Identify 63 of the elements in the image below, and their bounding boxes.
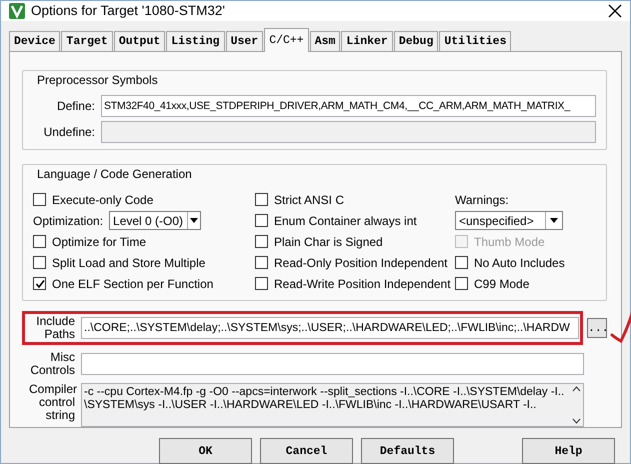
field-label: Include Paths [35, 315, 75, 342]
checkbox-label: One ELF Section per Function [52, 276, 214, 293]
checkbox[interactable] [255, 235, 268, 248]
close-icon [608, 4, 622, 18]
check-icon [34, 278, 44, 289]
compiler-string-line: -c --cpu Cortex-M4.fp -g -O0 --apcs=interwork --split_sections -I..\CORE -I..\SYSTEM\delay -I.. [84, 386, 566, 400]
dialog-button[interactable]: Help [522, 438, 615, 464]
checkbox[interactable] [455, 277, 468, 290]
checkbox-label: Strict ANSI C [274, 192, 344, 209]
tab[interactable]: Linker [341, 31, 393, 52]
dropdown-arrow-icon [550, 218, 558, 224]
dropdown-value: <unspecified> [459, 212, 534, 230]
tab[interactable]: C/C++ [264, 28, 309, 52]
dropdown[interactable]: Level 0 (-O0) [109, 211, 202, 230]
tab[interactable]: Debug [394, 31, 438, 52]
checkbox-label: Split Load and Store Multiple [52, 254, 206, 272]
browse-button[interactable]: ... [587, 318, 607, 338]
checkbox[interactable] [255, 193, 268, 206]
tab[interactable]: User [226, 31, 264, 52]
checkbox-label: Read-Only Position Independent [274, 254, 448, 272]
field-label: Warnings: [455, 192, 510, 209]
define-field[interactable]: STM32F40_41xxx,USE_STDPERIPH_DRIVER,ARM_MATH_CM4,__CC_ARM,ARM_MATH_MATRIX_ [101, 95, 596, 118]
dropdown[interactable]: <unspecified> [455, 211, 563, 230]
tab[interactable]: Utilities [439, 31, 512, 52]
field-label: Misc Controls [29, 351, 75, 378]
field-label: Undefine: [42, 124, 95, 142]
field-label: Optimization: [33, 212, 104, 230]
checkbox-label: Enum Container always int [274, 212, 417, 230]
checkbox[interactable] [33, 193, 46, 206]
checkbox[interactable] [33, 277, 46, 290]
checkbox[interactable] [255, 214, 268, 228]
include-paths-field[interactable]: ..\CORE;..\SYSTEM\delay;..\SYSTEM\sys;..\USER;..\HARDWARE\LED;..\FWLIB\inc;..\HARDW [81, 317, 579, 340]
undefine-field[interactable] [101, 121, 596, 144]
checkbox-label: Execute-only Code [52, 192, 154, 209]
checkbox-label: C99 Mode [474, 276, 530, 293]
tab[interactable]: Listing [166, 31, 225, 52]
scroll-down-icon [572, 418, 581, 424]
checkbox[interactable] [255, 277, 268, 290]
misc-controls-field[interactable] [81, 353, 584, 376]
dialog-button[interactable]: Defaults [361, 438, 454, 464]
compiler-string-line: \SYSTEM\sys -I..\USER -I..\HARDWARE\LED -I..\FWLIB\inc -I..\HARDWARE\USART -I.. [84, 399, 538, 412]
checkbox[interactable] [33, 235, 46, 248]
checkbox[interactable] [255, 256, 268, 270]
tab[interactable]: Target [61, 31, 113, 52]
field-label: Define: [56, 98, 95, 116]
checkbox-label: Plain Char is Signed [274, 234, 383, 251]
checkbox-label: No Auto Includes [474, 254, 565, 272]
tab[interactable]: Device [9, 31, 60, 52]
checkbox-label: Optimize for Time [52, 234, 146, 251]
checkbox[interactable] [33, 256, 46, 270]
dropdown-value: Level 0 (-O0) [113, 212, 184, 230]
field-label: Compiler control string [29, 383, 75, 422]
scroll-up-icon [572, 386, 581, 392]
checkbox-label: Read-Write Position Independent [274, 276, 451, 293]
dialog-button[interactable]: OK [159, 438, 252, 464]
window-title: Options for Target '1080-STM32' [31, 2, 226, 20]
checkbox-label: Thumb Mode [474, 234, 545, 251]
checkbox[interactable] [455, 256, 468, 270]
dropdown-arrow-icon [190, 218, 198, 224]
tab[interactable]: Output [114, 31, 166, 52]
tab[interactable]: Asm [310, 31, 340, 52]
dialog-button[interactable]: Cancel [260, 438, 353, 464]
close-button[interactable] [608, 4, 622, 18]
